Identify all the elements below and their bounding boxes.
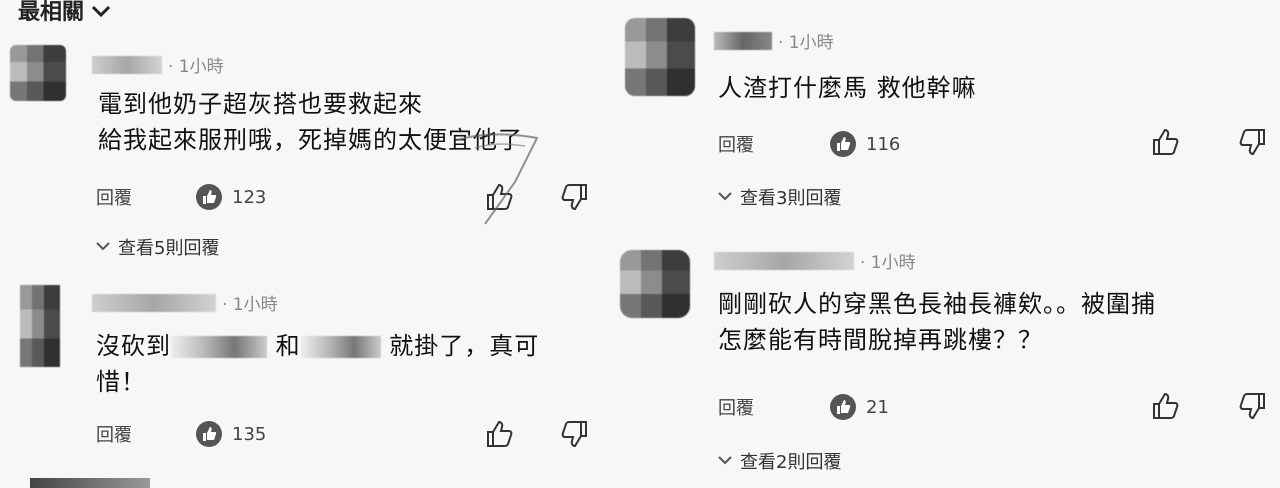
comment-header: · 1小時: [714, 28, 834, 53]
thumbs-up-icon[interactable]: [1150, 390, 1182, 422]
thumbs-up-icon: [196, 421, 222, 447]
comment-actions: 回覆 123: [96, 184, 266, 210]
comment-time: · 1小時: [168, 57, 224, 77]
comment-time: · 1小時: [222, 295, 278, 315]
username-redacted[interactable]: [92, 55, 162, 74]
chevron-down-icon: [96, 239, 110, 255]
comment-text-fragment: 和: [275, 332, 301, 360]
comment-text-line: 剛剛砍人的穿黑色長袖長褲欸。。被圍捕: [718, 290, 1156, 318]
comment-text-fragment: 沒砍到: [96, 332, 171, 360]
comment-text-line: 怎麼能有時間脫掉再跳樓？？: [718, 326, 1043, 354]
chevron-down-icon: [718, 453, 732, 469]
comment-text: 沒砍到 和 就掛了，真可 惜！: [96, 328, 539, 400]
like-count-value: 21: [866, 396, 889, 418]
thumbs-up-icon: [830, 131, 856, 157]
view-replies-button[interactable]: 查看5則回覆: [96, 234, 219, 260]
like-count: 21: [830, 394, 889, 420]
thumbs-down-icon[interactable]: [558, 181, 590, 213]
avatar[interactable]: [625, 18, 695, 96]
sort-dropdown[interactable]: 最相關: [18, 0, 111, 26]
thumbs-up-icon[interactable]: [484, 418, 516, 450]
thumbs-up-icon: [830, 394, 856, 420]
view-replies-label: 查看2則回覆: [740, 452, 842, 473]
reply-button[interactable]: 回覆: [718, 131, 830, 157]
username-redacted[interactable]: [92, 293, 216, 312]
view-replies-label: 查看3則回覆: [740, 188, 842, 209]
username-redacted[interactable]: [714, 31, 772, 50]
comment-header: · 1小時: [92, 290, 278, 315]
view-replies-button[interactable]: 查看3則回覆: [718, 184, 841, 210]
like-count: 135: [196, 421, 266, 447]
comment-time: · 1小時: [860, 253, 916, 273]
avatar[interactable]: [10, 45, 66, 101]
pen-scribble: [456, 133, 539, 225]
chevron-down-icon: [91, 1, 111, 22]
chevron-down-icon: [718, 189, 732, 205]
reply-button[interactable]: 回覆: [96, 421, 196, 447]
comment-text: 剛剛砍人的穿黑色長袖長褲欸。。被圍捕 怎麼能有時間脫掉再跳樓？？: [718, 286, 1156, 358]
thumbs-down-icon[interactable]: [1236, 126, 1268, 158]
comment-actions: 回覆 116: [718, 131, 900, 157]
username-redacted[interactable]: [714, 251, 854, 270]
reply-button[interactable]: 回覆: [96, 184, 196, 210]
like-count: 116: [830, 131, 900, 157]
comment-actions: 回覆 135: [96, 421, 266, 447]
comment-header: · 1小時: [92, 52, 224, 77]
thumbs-up-icon[interactable]: [1150, 126, 1182, 158]
like-count-value: 116: [866, 133, 901, 155]
sort-label: 最相關: [18, 0, 85, 25]
avatar[interactable]: [30, 478, 150, 488]
redacted-text: [171, 336, 267, 358]
comment-time: · 1小時: [778, 33, 834, 53]
comment-text-line: 人渣打什麼馬 救他幹嘛: [718, 74, 977, 102]
comment-text: 人渣打什麼馬 救他幹嘛: [718, 70, 977, 106]
comment-actions: 回覆 21: [718, 394, 889, 420]
thumbs-up-icon: [196, 184, 222, 210]
like-count-value: 135: [232, 423, 267, 445]
comment-text-fragment: 就掛了，真可: [389, 332, 540, 360]
comment-text-line: 電到他奶子超灰搭也要救起來: [98, 90, 423, 118]
avatar[interactable]: [20, 285, 60, 367]
thumbs-down-icon[interactable]: [1236, 390, 1268, 422]
reply-button[interactable]: 回覆: [718, 394, 830, 420]
comment-text-line: 沒砍到 和 就掛了，真可: [96, 328, 539, 364]
like-count: 123: [196, 184, 266, 210]
view-replies-label: 查看5則回覆: [118, 238, 220, 259]
comment-header: · 1小時: [714, 248, 916, 273]
like-count-value: 123: [232, 186, 267, 208]
thumbs-down-icon[interactable]: [558, 418, 590, 450]
avatar[interactable]: [620, 250, 690, 318]
view-replies-button[interactable]: 查看2則回覆: [718, 448, 841, 474]
comment-text-line: 惜！: [96, 368, 146, 396]
redacted-text: [300, 336, 381, 358]
